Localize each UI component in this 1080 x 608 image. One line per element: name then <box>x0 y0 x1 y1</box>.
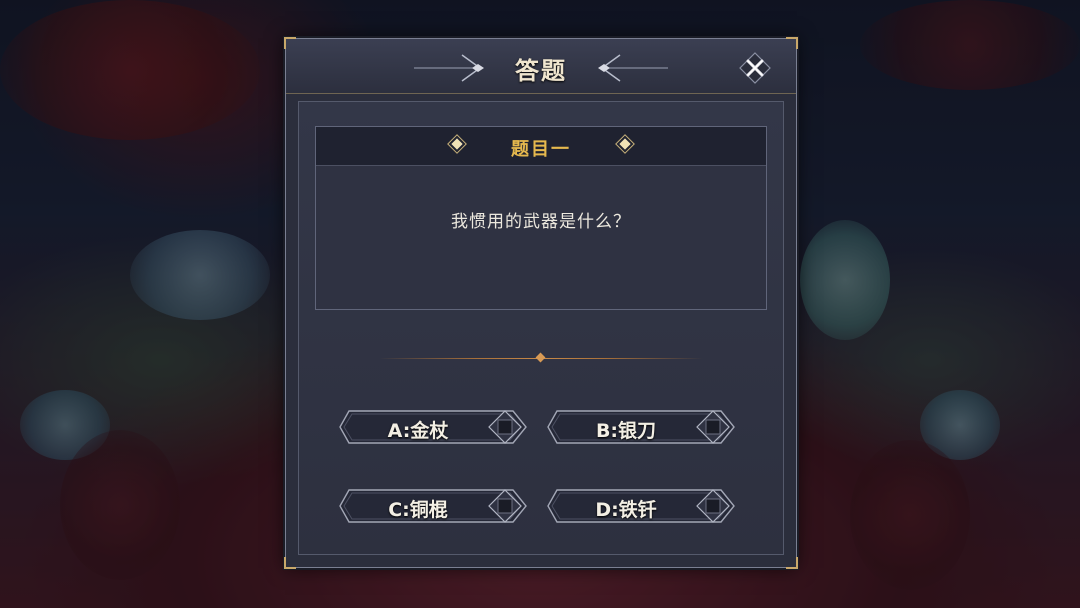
option-label: C:铜棍 <box>388 499 448 521</box>
question-number: 题目一 <box>511 139 571 160</box>
dialog-body: 题目一 我惯用的武器是什么？ A:金杖 B:银刀 C:铜棍 D:铁钎 <box>298 101 784 555</box>
option-label: A:金杖 <box>387 420 449 442</box>
dialog-title: 答题 <box>515 57 567 85</box>
option-label: D:铁钎 <box>595 499 657 521</box>
divider-gem-icon <box>535 352 546 363</box>
title-ornament-right-icon <box>598 54 668 82</box>
close-button[interactable] <box>738 51 772 85</box>
answer-option-c[interactable]: C:铜棍 <box>337 487 529 525</box>
question-panel: 题目一 我惯用的武器是什么？ <box>315 126 767 310</box>
answer-option-a[interactable]: A:金杖 <box>337 408 529 446</box>
answer-option-d[interactable]: D:铁钎 <box>545 487 737 525</box>
dialog-header: 答题 <box>286 39 796 94</box>
close-x-icon <box>739 52 771 84</box>
frame-corner <box>284 557 296 569</box>
quiz-dialog: 答题 题目一 我惯用的武器是什么？ A:金杖 B:银刀 C:铜棍 D:铁钎 <box>284 37 798 569</box>
question-header: 题目一 <box>316 127 766 166</box>
answer-option-b[interactable]: B:银刀 <box>545 408 737 446</box>
question-text: 我惯用的武器是什么？ <box>451 212 631 232</box>
frame-corner <box>786 557 798 569</box>
option-label: B:银刀 <box>595 420 657 442</box>
